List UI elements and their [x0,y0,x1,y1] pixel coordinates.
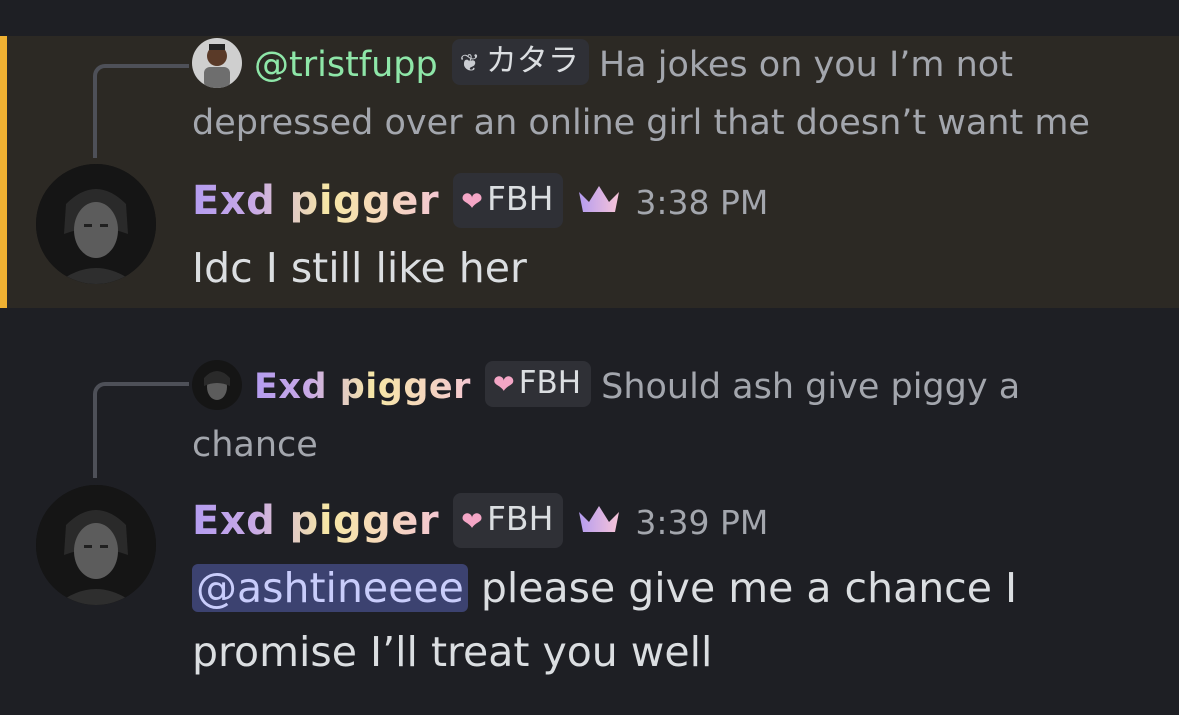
user-mention[interactable]: @ashtineeee [192,564,468,612]
message-header: Exd pigger ❤ FBH 3:38 PM [192,172,768,232]
author-name[interactable]: Exd pigger [192,178,439,224]
role-tag-label: FBH [486,499,554,538]
reply-spine [93,64,189,158]
role-tag-label: カタラ [485,43,579,79]
reply-author[interactable]: @tristfupp [254,45,438,85]
reply-author[interactable]: Exd pigger [254,367,471,407]
role-tag[interactable]: ❤ FBH [484,361,592,407]
heart-icon: ❤ [461,187,483,217]
crown-icon [579,505,620,532]
role-tag[interactable]: ❦ カタラ [451,39,589,85]
message-content: @ashtineeee please give me a chance I pr… [192,556,1152,684]
reply-preview[interactable]: @tristfupp ❦ カタラ Ha jokes on you I’m not de… [192,36,1152,152]
message-header: Exd pigger ❤ FBH 3:39 PM [192,492,768,552]
role-tag[interactable]: ❤ FBH [453,173,564,228]
role-tag-label: FBH [518,365,582,401]
message-1: @tristfupp ❦ カタラ Ha jokes on you I’m not de… [0,36,1179,308]
heart-icon: ❤ [461,507,483,537]
role-tag-label: FBH [486,179,554,218]
reply-avatar[interactable] [192,38,242,88]
heart-icon: ❤ [492,370,515,400]
message-2: Exd pigger ❤ FBH Should ash give piggy a ch… [0,352,1179,715]
message-content: Idc I still like her [192,244,527,292]
reply-spine [93,382,189,478]
author-avatar[interactable] [36,164,156,284]
leaf-icon: ❦ [459,49,480,77]
author-avatar[interactable] [36,485,156,605]
author-name[interactable]: Exd pigger [192,498,439,544]
timestamp[interactable]: 3:38 PM [635,183,768,222]
reply-avatar[interactable] [192,360,242,410]
crown-icon [579,185,620,212]
reply-preview[interactable]: Exd pigger ❤ FBH Should ash give piggy a ch… [192,358,1152,474]
role-tag[interactable]: ❤ FBH [453,493,564,548]
timestamp[interactable]: 3:39 PM [635,503,768,542]
